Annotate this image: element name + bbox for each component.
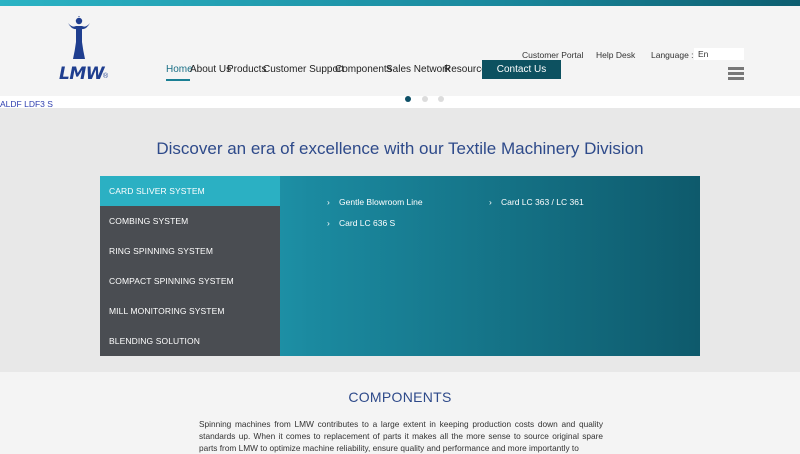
- logo-figure-icon: [68, 16, 90, 59]
- contact-us-button[interactable]: Contact Us: [482, 60, 561, 79]
- section-heading: Discover an era of excellence with our T…: [156, 139, 644, 158]
- menu-item-ring-spinning-system[interactable]: RING SPINNING SYSTEM: [100, 236, 280, 266]
- menu-item-mill-monitoring-system[interactable]: MILL MONITORING SYSTEM: [100, 296, 280, 326]
- menu-item-card-sliver-system[interactable]: CARD SLIVER SYSTEM: [100, 176, 280, 206]
- nav-resource[interactable]: Resource: [444, 64, 487, 75]
- product-label: Card LC 636 S: [339, 218, 396, 228]
- nav-products[interactable]: Products: [227, 64, 266, 75]
- product-label: Card LC 363 / LC 361: [501, 197, 584, 207]
- nav-sales-network[interactable]: Sales Network: [386, 64, 450, 75]
- product-link-card-lc-363[interactable]: › Card LC 363 / LC 361: [489, 197, 584, 207]
- menu-item-combing-system[interactable]: COMBING SYSTEM: [100, 206, 280, 236]
- registered-mark: ®: [103, 73, 109, 80]
- chevron-right-icon: ›: [327, 218, 330, 228]
- nav-customer-support[interactable]: Customer Support: [263, 64, 344, 75]
- components-description: Spinning machines from LMW contributes t…: [199, 419, 603, 453]
- nav-home[interactable]: Home: [166, 64, 193, 75]
- menu-item-compact-spinning-system[interactable]: COMPACT SPINNING SYSTEM: [100, 266, 280, 296]
- product-label: Gentle Blowroom Line: [339, 197, 423, 207]
- customer-portal-link[interactable]: Customer Portal: [522, 50, 583, 60]
- carousel-strip: [0, 96, 800, 108]
- logo-text: LMW: [59, 64, 105, 84]
- menu-icon[interactable]: [728, 67, 744, 80]
- language-select[interactable]: En: [694, 48, 744, 60]
- chevron-right-icon: ›: [327, 197, 330, 207]
- chevron-right-icon: ›: [489, 197, 492, 207]
- product-link-card-lc-636-s[interactable]: › Card LC 636 S: [327, 218, 395, 228]
- menu-item-blending-solution[interactable]: BLENDING SOLUTION: [100, 326, 280, 356]
- help-desk-link[interactable]: Help Desk: [596, 50, 635, 60]
- category-menu: CARD SLIVER SYSTEM COMBING SYSTEM RING S…: [100, 176, 280, 356]
- nav-about-us[interactable]: About Us: [190, 64, 231, 75]
- product-link-gentle-blowroom-line[interactable]: › Gentle Blowroom Line: [327, 197, 423, 207]
- active-nav-indicator: [166, 79, 190, 81]
- carousel-dot-2[interactable]: [422, 96, 428, 102]
- carousel-dot-1[interactable]: [405, 96, 411, 102]
- nav-components[interactable]: Components: [335, 64, 392, 75]
- carousel-dot-3[interactable]: [438, 96, 444, 102]
- components-title: COMPONENTS: [348, 389, 452, 405]
- language-label: Language :: [651, 50, 694, 60]
- lmw-logo[interactable]: LMW ®: [56, 16, 116, 84]
